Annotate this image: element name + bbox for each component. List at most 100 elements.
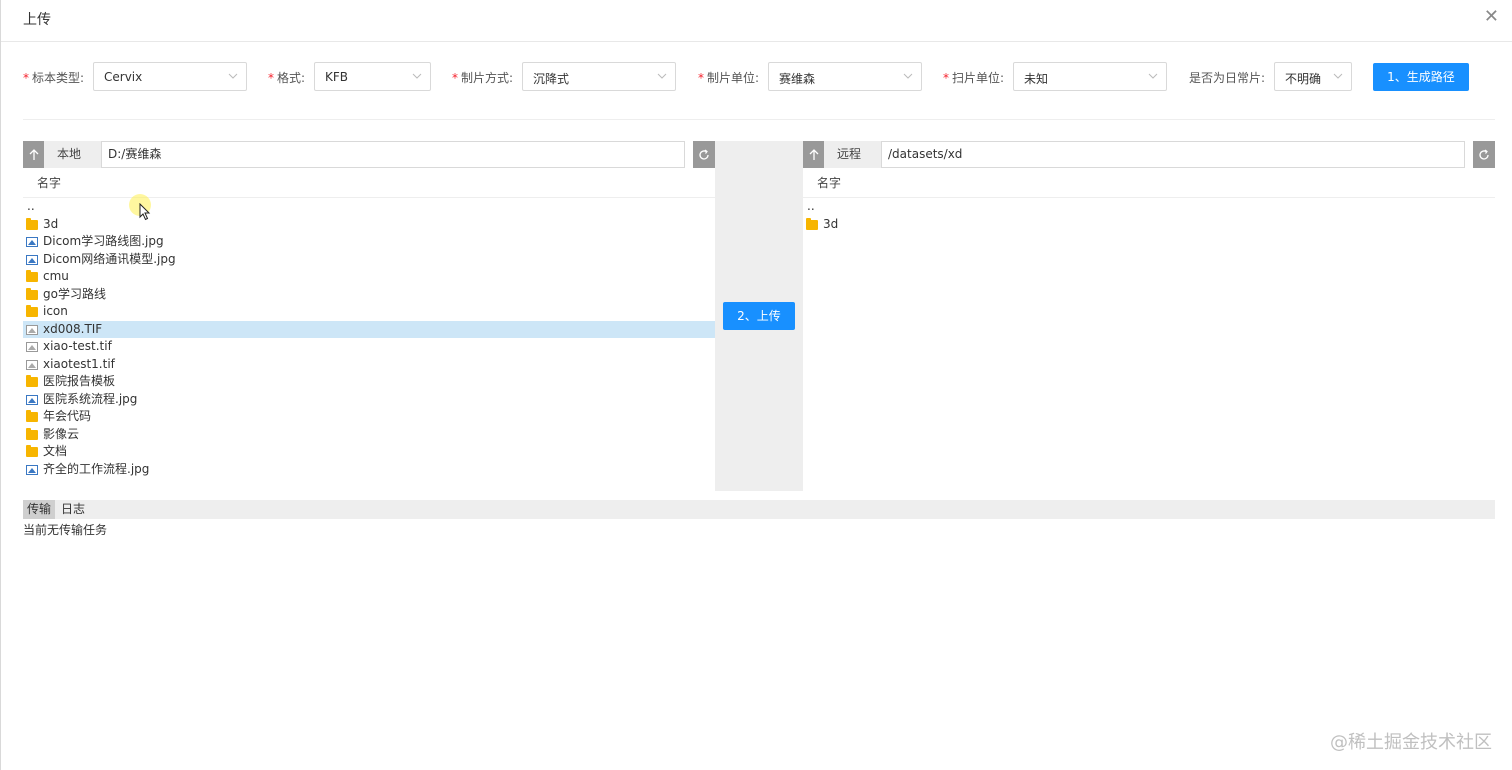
file-name: Dicom网络通讯模型.jpg [43, 251, 176, 266]
image-file-icon [26, 237, 38, 247]
remote-column-header[interactable]: 名字 [803, 170, 1495, 198]
metadata-form: * 标本类型: Cervix * 格式: KFB * 制片方式: 沉降式 * 制片单位: [1, 62, 1512, 92]
refresh-icon[interactable] [693, 141, 715, 168]
field-label: 制片方式: [461, 71, 514, 85]
chevron-down-icon [412, 73, 422, 79]
select-value: KFB [325, 70, 349, 84]
prep-method-select[interactable]: 沉降式 [522, 62, 676, 91]
field-label: 格式: [277, 71, 306, 85]
file-row[interactable]: 影像云 [23, 426, 715, 444]
folder-icon [26, 410, 38, 422]
remote-path-input[interactable]: /datasets/xd [881, 141, 1465, 168]
file-row[interactable]: 医院系统流程.jpg [23, 391, 715, 409]
folder-icon [26, 217, 38, 230]
divider [23, 119, 1495, 120]
file-name: 3d [823, 216, 839, 231]
prep-unit-select[interactable]: 赛维森 [768, 62, 922, 91]
folder-icon [26, 270, 38, 282]
image-file-icon [26, 254, 38, 265]
file-name: icon [43, 304, 68, 318]
file-row[interactable]: go学习路线 [23, 286, 715, 304]
scan-unit-select[interactable]: 未知 [1013, 62, 1167, 91]
close-icon[interactable]: ✕ [1484, 8, 1499, 26]
required-mark: * [943, 71, 949, 85]
transfer-column: 2、上传 [715, 141, 803, 491]
local-column-header[interactable]: 名字 [23, 170, 715, 198]
up-arrow-icon[interactable] [23, 141, 44, 168]
format-select[interactable]: KFB [314, 62, 431, 91]
up-arrow-icon[interactable] [803, 141, 824, 168]
required-mark: * [23, 71, 29, 85]
file-row[interactable]: .. [803, 198, 1495, 216]
field-label: 制片单位: [707, 71, 760, 85]
tab-log[interactable]: 日志 [57, 500, 89, 519]
file-row[interactable]: 3d [23, 216, 715, 234]
tif-file-icon [26, 342, 38, 352]
bottom-tab-bar: 传输 日志 [23, 500, 1495, 519]
folder-icon [26, 287, 38, 300]
tif-file-icon [26, 324, 38, 335]
required-mark: * [268, 71, 274, 85]
local-file-list: .. 3d Dicom学习路线图.jpg Dicom网络通讯模型.jpg cmu go学习… [23, 198, 715, 478]
folder-icon [26, 305, 38, 317]
field-label: 扫片单位: [952, 71, 1005, 85]
file-row[interactable]: 齐全的工作流程.jpg [23, 461, 715, 479]
chevron-down-icon [1148, 73, 1158, 79]
file-name: xd008.TIF [43, 321, 103, 336]
file-row[interactable]: .. [23, 198, 715, 216]
select-value: 不明确 [1285, 72, 1322, 86]
generate-path-button[interactable]: 1、生成路径 [1373, 63, 1469, 91]
file-name: 年会代码 [43, 409, 92, 423]
specimen-type-select[interactable]: Cervix [93, 62, 247, 91]
local-pathbar: 本地 D:/赛维森 [23, 141, 715, 168]
daily-slide-select[interactable]: 不明确 [1274, 62, 1352, 91]
file-name: 医院报告模板 [43, 374, 116, 388]
chevron-down-icon [228, 73, 238, 79]
field-label: 标本类型: [32, 71, 85, 85]
upload-button[interactable]: 2、上传 [723, 302, 795, 330]
file-row[interactable]: 文档 [23, 443, 715, 461]
file-row[interactable]: xiaotest1.tif [23, 356, 715, 374]
mouse-cursor-icon [139, 203, 151, 221]
local-path-input[interactable]: D:/赛维森 [101, 141, 685, 168]
chevron-down-icon [1333, 73, 1343, 79]
field-label: 是否为日常片: [1189, 71, 1266, 85]
transfer-status: 当前无传输任务 [23, 523, 108, 537]
tif-file-icon [26, 359, 38, 370]
select-value: 沉降式 [533, 72, 570, 86]
file-row[interactable]: Dicom网络通讯模型.jpg [23, 251, 715, 269]
file-row[interactable]: cmu [23, 268, 715, 286]
image-file-icon [26, 464, 38, 475]
refresh-icon[interactable] [1473, 141, 1495, 168]
file-name: Dicom学习路线图.jpg [43, 234, 164, 248]
file-name: 齐全的工作流程.jpg [43, 461, 150, 476]
dialog-header: 上传 ✕ [1, 0, 1512, 42]
file-row[interactable]: 3d [803, 216, 1495, 234]
select-value: Cervix [104, 70, 143, 84]
file-row[interactable]: icon [23, 303, 715, 321]
file-name: 医院系统流程.jpg [43, 391, 138, 406]
file-row[interactable]: 年会代码 [23, 408, 715, 426]
folder-icon [806, 217, 818, 230]
file-row[interactable]: 医院报告模板 [23, 373, 715, 391]
select-value: 赛维森 [779, 72, 816, 86]
chevron-down-icon [903, 73, 913, 79]
folder-icon [26, 427, 38, 440]
file-name: .. [27, 199, 35, 213]
tab-transfer[interactable]: 传输 [23, 500, 56, 519]
upload-dialog: 上传 ✕ * 标本类型: Cervix * 格式: KFB * 制片方式: 沉降式 [0, 0, 1512, 770]
folder-icon [26, 445, 38, 457]
file-name: xiao-test.tif [43, 339, 112, 353]
remote-file-list: .. 3d [803, 198, 1495, 233]
file-name: .. [807, 199, 815, 213]
file-name: xiaotest1.tif [43, 356, 115, 371]
file-row[interactable]: xd008.TIF [23, 320, 715, 338]
remote-pathbar: 远程 /datasets/xd [803, 141, 1495, 168]
image-file-icon [26, 394, 38, 405]
file-row[interactable]: Dicom学习路线图.jpg [23, 233, 715, 251]
file-name: 文档 [43, 444, 68, 458]
file-row[interactable]: xiao-test.tif [23, 338, 715, 356]
file-name: 影像云 [43, 426, 80, 441]
chevron-down-icon [657, 73, 667, 79]
required-mark: * [698, 71, 704, 85]
